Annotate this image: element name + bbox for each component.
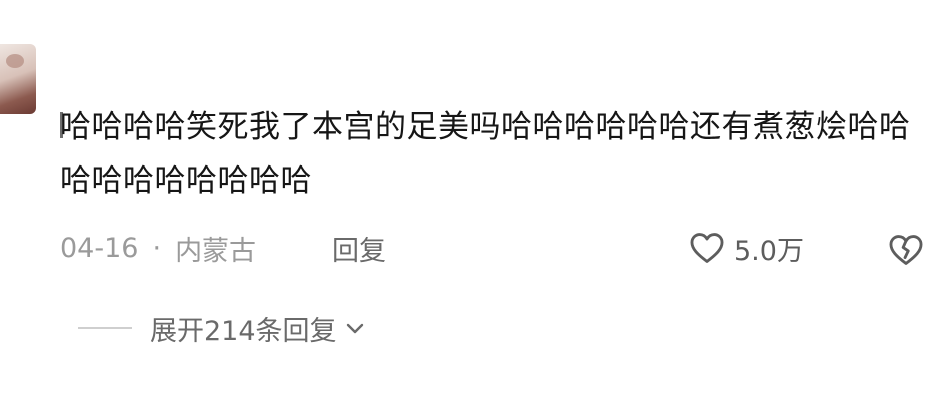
comment-location: 内蒙古 [175, 235, 257, 267]
comment-card: 哈哈哈哈笑死我了本宫的足美吗哈哈哈哈哈哈还有煮葱烩哈哈哈哈哈哈哈哈哈哈 04-1… [0, 0, 943, 405]
comment-date: 04-16 [60, 232, 139, 264]
comment-text: 哈哈哈哈笑死我了本宫的足美吗哈哈哈哈哈哈还有煮葱烩哈哈哈哈哈哈哈哈哈哈 [60, 109, 911, 199]
dislike-button[interactable] [884, 228, 928, 272]
broken-heart-icon [889, 235, 923, 265]
heart-outline-icon [690, 233, 724, 263]
user-avatar[interactable] [0, 44, 36, 114]
reply-button[interactable]: 回复 [332, 228, 386, 268]
like-count: 5.0万 [734, 235, 804, 267]
reply-label: 回复 [332, 235, 386, 267]
comment-meta: 04-16 · 内蒙古 [60, 228, 256, 268]
chevron-down-icon [346, 323, 363, 334]
meta-separator: · [152, 232, 162, 264]
expand-replies-label: 展开214条回复 [150, 315, 337, 347]
expand-divider-line [78, 327, 132, 329]
like-button[interactable]: 5.0万 [688, 226, 804, 270]
expand-replies-button[interactable]: 展开214条回复 [78, 306, 367, 350]
